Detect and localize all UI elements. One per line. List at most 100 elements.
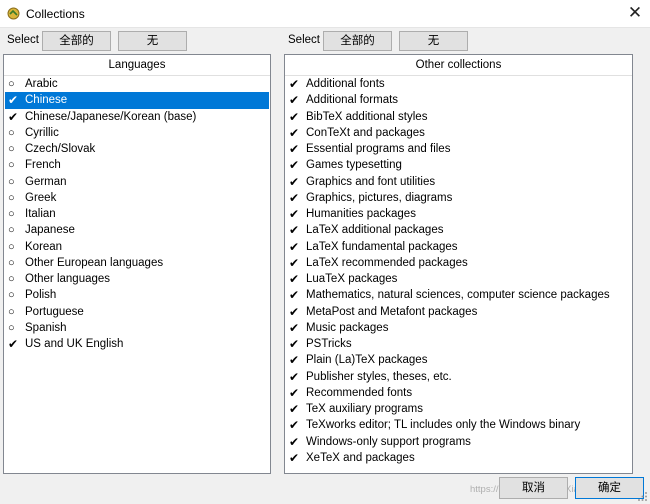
checkmark-icon[interactable]: ✔	[289, 190, 303, 206]
unchecked-icon[interactable]: ○	[8, 222, 22, 238]
checkmark-icon[interactable]: ✔	[289, 109, 303, 125]
checkmark-icon[interactable]: ✔	[289, 174, 303, 190]
list-item[interactable]: ✔ TeXworks editor; TL includes only the W…	[286, 417, 631, 433]
checkmark-icon[interactable]: ✔	[289, 76, 303, 92]
list-item-label: TeXworks editor; TL includes only the Wi…	[306, 419, 581, 432]
languages-header: Languages	[4, 55, 270, 76]
checkmark-icon[interactable]: ✔	[289, 417, 303, 433]
checkmark-icon[interactable]: ✔	[289, 336, 303, 352]
list-item[interactable]: ✔ Recommended fonts	[286, 385, 631, 401]
list-item[interactable]: ○ French	[5, 157, 269, 173]
unchecked-icon[interactable]: ○	[8, 287, 22, 303]
list-item-label: LuaTeX packages	[306, 273, 398, 285]
list-item-label: TeX auxiliary programs	[306, 403, 423, 415]
list-item[interactable]: ✔ Additional fonts	[286, 76, 631, 92]
list-item[interactable]: ○ Polish	[5, 287, 269, 303]
checkmark-icon[interactable]: ✔	[289, 304, 303, 320]
list-item[interactable]: ✔ BibTeX additional styles	[286, 109, 631, 125]
cancel-button[interactable]: 取消	[499, 477, 568, 499]
checkmark-icon[interactable]: ✔	[289, 450, 303, 466]
list-item[interactable]: ✔ LaTeX fundamental packages	[286, 239, 631, 255]
languages-list[interactable]: Languages ○ Arabic ✔ Chinese ✔ Chinese/Japane…	[3, 54, 271, 474]
list-item[interactable]: ✔ XeTeX and packages	[286, 450, 631, 466]
unchecked-icon[interactable]: ○	[8, 304, 22, 320]
list-item-label: LaTeX additional packages	[306, 224, 444, 237]
checkmark-icon[interactable]: ✔	[289, 141, 303, 157]
unchecked-icon[interactable]: ○	[8, 141, 22, 157]
unchecked-icon[interactable]: ○	[8, 190, 22, 206]
checkmark-icon[interactable]: ✔	[289, 434, 303, 450]
right-select-none-button[interactable]: 无	[399, 31, 468, 51]
list-item[interactable]: ○ Portuguese	[5, 304, 269, 320]
list-item-label: Arabic	[25, 78, 58, 90]
list-item[interactable]: ○ Other European languages	[5, 255, 269, 271]
list-item[interactable]: ✔ MetaPost and Metafont packages	[286, 304, 631, 320]
list-item[interactable]: ○ Greek	[5, 190, 269, 206]
list-item[interactable]: ✔ LuaTeX packages	[286, 271, 631, 287]
checkmark-icon[interactable]: ✔	[8, 109, 22, 125]
unchecked-icon[interactable]: ○	[8, 206, 22, 222]
list-item[interactable]: ○ Czech/Slovak	[5, 141, 269, 157]
right-select-all-button[interactable]: 全部的	[323, 31, 392, 51]
checkmark-icon[interactable]: ✔	[289, 92, 303, 108]
unchecked-icon[interactable]: ○	[8, 174, 22, 190]
resize-grip-icon[interactable]	[638, 492, 648, 502]
checkmark-icon[interactable]: ✔	[289, 352, 303, 368]
list-item[interactable]: ○ Spanish	[5, 320, 269, 336]
list-item[interactable]: ✔ Mathematics, natural sciences, computer…	[286, 287, 631, 303]
list-item[interactable]: ○ Korean	[5, 239, 269, 255]
list-item[interactable]: ✔ PSTricks	[286, 336, 631, 352]
other-collections-header: Other collections	[285, 55, 632, 76]
unchecked-icon[interactable]: ○	[8, 125, 22, 141]
list-item[interactable]: ○ Arabic	[5, 76, 269, 92]
checkmark-icon[interactable]: ✔	[289, 206, 303, 222]
list-item-label: Spanish	[25, 321, 67, 334]
ok-button[interactable]: 确定	[575, 477, 644, 499]
list-item[interactable]: ✔ Chinese	[5, 92, 269, 109]
close-button[interactable]: ✕	[620, 0, 650, 26]
unchecked-icon[interactable]: ○	[8, 271, 22, 287]
list-item[interactable]: ✔ Graphics, pictures, diagrams	[286, 190, 631, 206]
list-item[interactable]: ✔ Essential programs and files	[286, 141, 631, 157]
checkmark-icon[interactable]: ✔	[289, 385, 303, 401]
unchecked-icon[interactable]: ○	[8, 76, 22, 92]
list-item[interactable]: ✔ US and UK English	[5, 336, 269, 352]
list-item[interactable]: ✔ Graphics and font utilities	[286, 174, 631, 190]
list-item[interactable]: ○ Cyrillic	[5, 125, 269, 141]
unchecked-icon[interactable]: ○	[8, 320, 22, 336]
other-collections-list[interactable]: Other collections ✔ Additional fonts ✔ Addi…	[284, 54, 633, 474]
list-item[interactable]: ✔ LaTeX additional packages	[286, 222, 631, 238]
list-item[interactable]: ○ Italian	[5, 206, 269, 222]
list-item[interactable]: ○ Other languages	[5, 271, 269, 287]
left-select-none-button[interactable]: 无	[118, 31, 187, 51]
unchecked-icon[interactable]: ○	[8, 157, 22, 173]
checkmark-icon[interactable]: ✔	[289, 320, 303, 336]
checkmark-icon[interactable]: ✔	[8, 92, 22, 108]
list-item[interactable]: ✔ Chinese/Japanese/Korean (base)	[5, 109, 269, 125]
list-item[interactable]: ○ German	[5, 174, 269, 190]
list-item[interactable]: ✔ Publisher styles, theses, etc.	[286, 369, 631, 385]
checkmark-icon[interactable]: ✔	[289, 157, 303, 173]
checkmark-icon[interactable]: ✔	[289, 255, 303, 271]
checkmark-icon[interactable]: ✔	[289, 401, 303, 417]
list-item[interactable]: ✔ TeX auxiliary programs	[286, 401, 631, 417]
list-item[interactable]: ✔ LaTeX recommended packages	[286, 255, 631, 271]
list-item[interactable]: ✔ Humanities packages	[286, 206, 631, 222]
list-item[interactable]: ✔ Additional formats	[286, 92, 631, 108]
checkmark-icon[interactable]: ✔	[289, 239, 303, 255]
checkmark-icon[interactable]: ✔	[289, 271, 303, 287]
unchecked-icon[interactable]: ○	[8, 255, 22, 271]
checkmark-icon[interactable]: ✔	[289, 369, 303, 385]
list-item[interactable]: ✔ Windows-only support programs	[286, 434, 631, 450]
list-item[interactable]: ○ Japanese	[5, 222, 269, 238]
checkmark-icon[interactable]: ✔	[289, 222, 303, 238]
list-item[interactable]: ✔ Games typesetting	[286, 157, 631, 173]
checkmark-icon[interactable]: ✔	[289, 287, 303, 303]
left-select-all-button[interactable]: 全部的	[42, 31, 111, 51]
list-item[interactable]: ✔ ConTeXt and packages	[286, 125, 631, 141]
list-item[interactable]: ✔ Plain (La)TeX packages	[286, 352, 631, 368]
list-item[interactable]: ✔ Music packages	[286, 320, 631, 336]
unchecked-icon[interactable]: ○	[8, 239, 22, 255]
checkmark-icon[interactable]: ✔	[8, 336, 22, 352]
checkmark-icon[interactable]: ✔	[289, 125, 303, 141]
